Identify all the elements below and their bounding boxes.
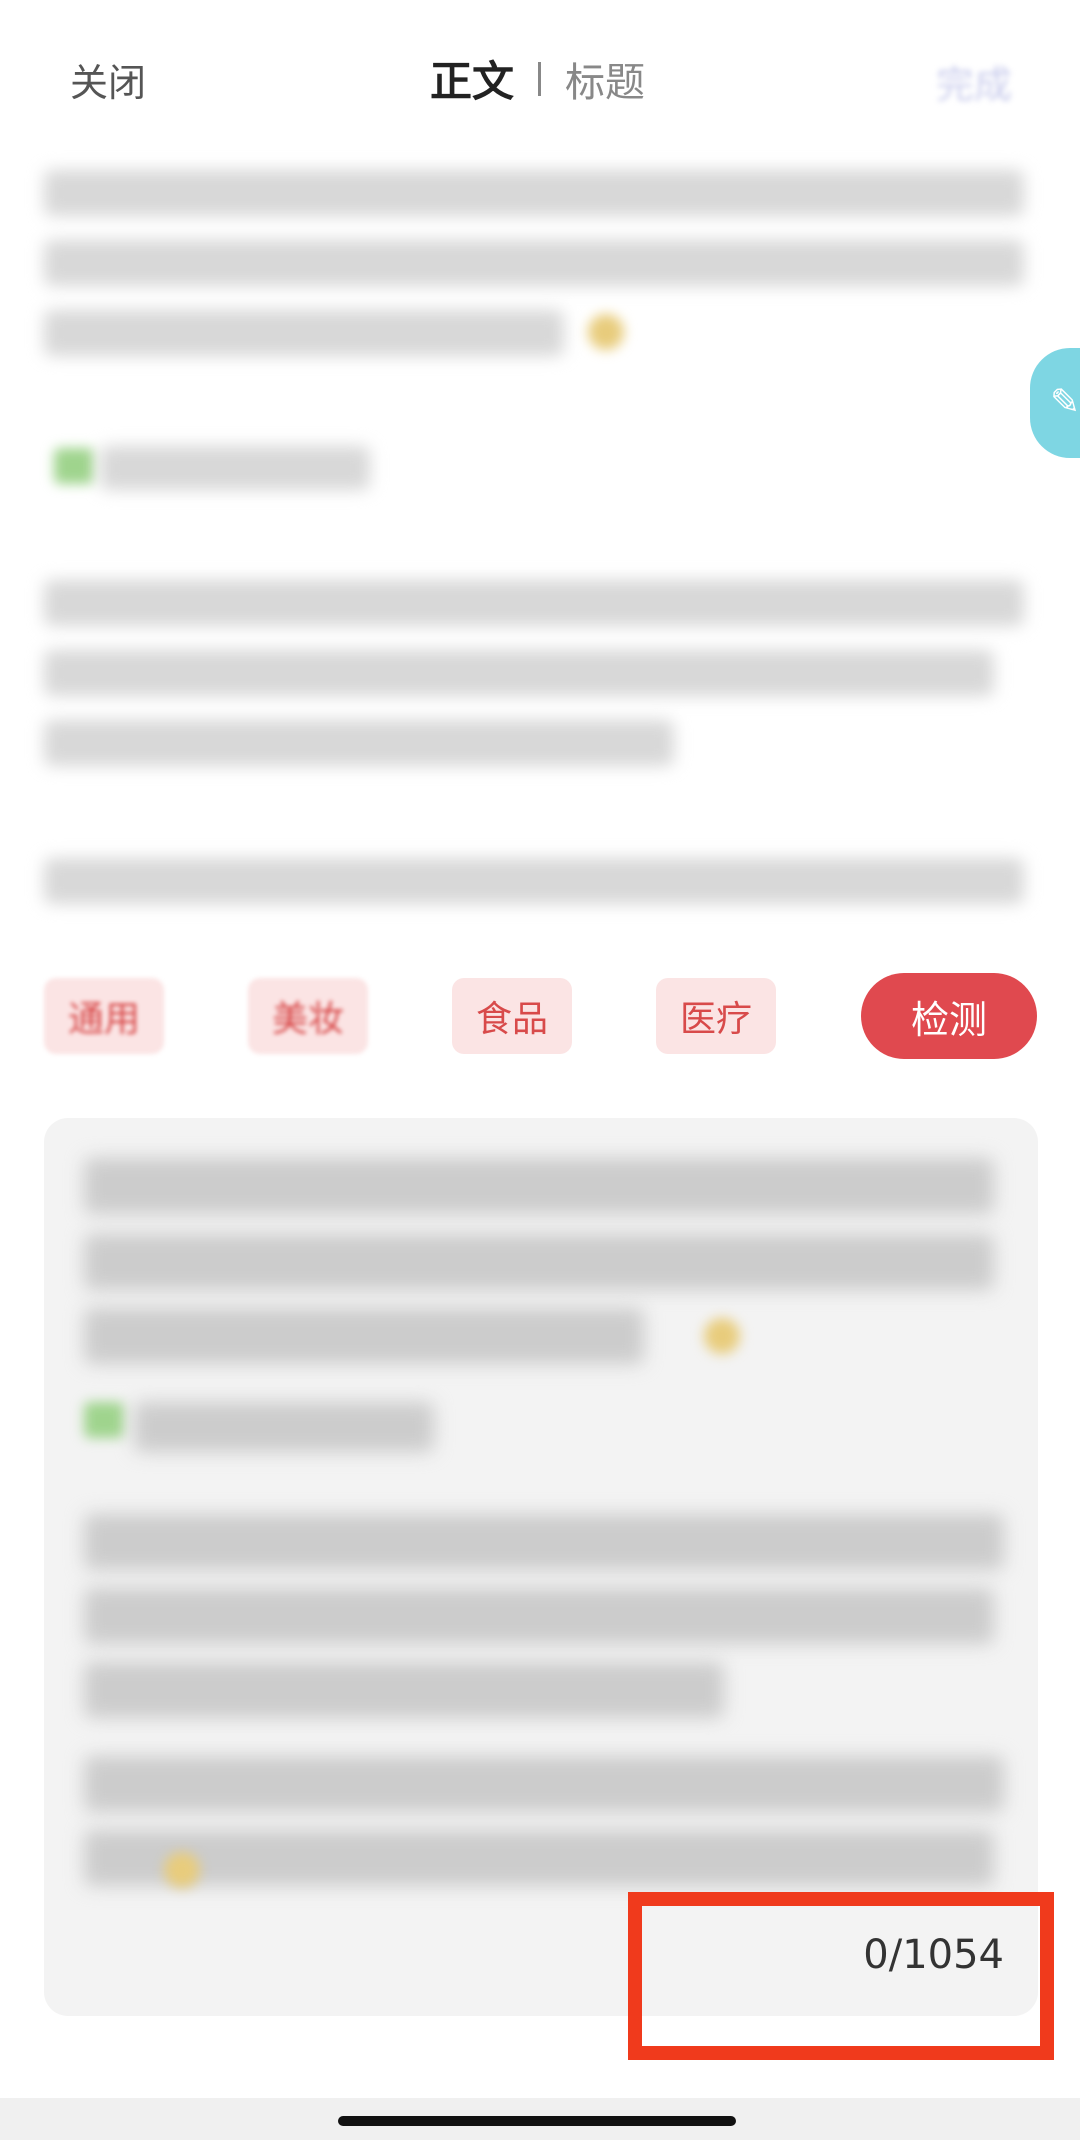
pencil-icon: ✎ bbox=[1050, 382, 1080, 423]
close-button[interactable]: 关闭 bbox=[70, 52, 146, 107]
emoji-icon bbox=[54, 448, 94, 484]
home-indicator[interactable] bbox=[338, 2116, 736, 2126]
emoji-icon bbox=[84, 1402, 124, 1438]
reference-text-card[interactable] bbox=[44, 1118, 1038, 2016]
blurred-text-line bbox=[84, 1308, 644, 1364]
blurred-text-line bbox=[84, 1234, 994, 1290]
blurred-text-line bbox=[44, 720, 674, 766]
blurred-text-line bbox=[44, 310, 564, 356]
chip-medical[interactable]: 医疗 bbox=[656, 978, 776, 1054]
editor-tabs: 正文 标题 bbox=[430, 48, 645, 109]
emoji-icon bbox=[704, 1318, 740, 1354]
blurred-text-line bbox=[84, 1588, 994, 1644]
blurred-text-line bbox=[44, 858, 1024, 904]
blurred-text-line bbox=[84, 1514, 1004, 1570]
top-bar: 关闭 正文 标题 完成 bbox=[0, 0, 1080, 150]
blurred-text-line bbox=[84, 1756, 1004, 1812]
blurred-text-line bbox=[134, 1402, 434, 1452]
chip-general[interactable]: 通用 bbox=[44, 978, 164, 1054]
tab-divider bbox=[538, 61, 542, 96]
chip-food[interactable]: 食品 bbox=[452, 978, 572, 1054]
emoji-icon bbox=[588, 314, 624, 350]
blurred-text-line bbox=[84, 1662, 724, 1718]
emoji-icon bbox=[164, 1852, 200, 1888]
blurred-text-line bbox=[100, 446, 370, 490]
blurred-text-line bbox=[44, 240, 1024, 286]
edit-fab[interactable]: ✎ bbox=[1030, 348, 1080, 458]
chip-beauty[interactable]: 美妆 bbox=[248, 978, 368, 1054]
char-counter: 0/1054 bbox=[863, 1932, 1004, 1978]
done-button[interactable]: 完成 bbox=[936, 54, 1012, 109]
blurred-text-line bbox=[44, 170, 1024, 216]
blurred-text-line bbox=[44, 580, 1024, 626]
blurred-text-line bbox=[84, 1830, 994, 1886]
tab-title[interactable]: 标题 bbox=[565, 50, 645, 108]
chip-testing[interactable]: 检测 bbox=[861, 973, 1037, 1059]
blurred-text-line bbox=[44, 650, 994, 696]
category-chips: 通用 美妆 食品 医疗 检测 bbox=[44, 973, 1038, 1060]
blurred-text-line bbox=[84, 1158, 994, 1214]
tab-body[interactable]: 正文 bbox=[430, 48, 514, 109]
